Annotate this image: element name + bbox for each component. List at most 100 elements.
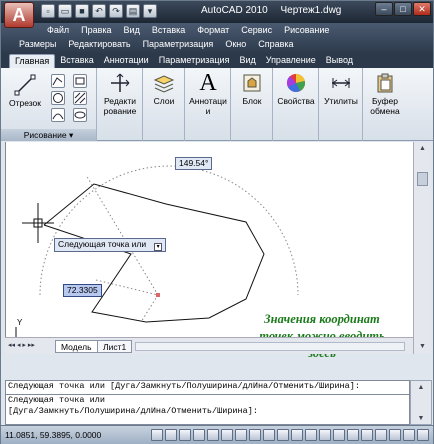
angle-reference-line	[85, 174, 159, 296]
cmd-scroll-up-icon[interactable]: ▲	[416, 383, 426, 392]
open-file-icon[interactable]: ▭	[58, 4, 72, 18]
menu-modify[interactable]: Редактировать	[62, 39, 136, 53]
draw-group-label[interactable]: Рисование ▾	[1, 129, 96, 141]
menu-insert[interactable]: Вставка	[146, 25, 191, 39]
scroll-down-icon[interactable]: ▼	[417, 342, 428, 352]
block-button[interactable]: Блок	[233, 72, 271, 106]
quick-access-toolbar: ▫ ▭ ■ ↶ ↷ ▤ ▾	[41, 4, 157, 20]
menu-row-2: Размеры Редактировать Параметризация Окн…	[13, 39, 300, 53]
tab-annotate[interactable]: Аннотации	[99, 54, 154, 68]
otrack-toggle[interactable]	[221, 429, 233, 441]
tab-manage[interactable]: Управление	[261, 54, 321, 68]
line-icon	[14, 74, 36, 96]
qat-dropdown-icon[interactable]: ▾	[143, 4, 157, 18]
polyline-icon[interactable]	[51, 74, 65, 88]
command-line[interactable]: Следующая точка или [Дуга/Замкнуть/Полуш…	[5, 380, 410, 425]
line-button[interactable]: Отрезок	[5, 74, 45, 108]
annotation-button[interactable]: A Аннотаци и	[187, 70, 229, 116]
zoom-icon[interactable]	[333, 429, 345, 441]
clipboard-icon	[377, 73, 393, 93]
tab-output[interactable]: Вывод	[321, 54, 358, 68]
ortho-toggle[interactable]	[179, 429, 191, 441]
layout-view-toggle[interactable]	[305, 429, 317, 441]
lwt-toggle[interactable]	[263, 429, 275, 441]
model-space-toggle[interactable]	[291, 429, 303, 441]
cursor-coordinates: 11.0851, 59.3895, 0.0000	[5, 430, 102, 440]
tab-model[interactable]: Модель	[55, 340, 98, 353]
save-icon[interactable]: ■	[75, 4, 89, 18]
new-file-icon[interactable]: ▫	[41, 4, 55, 18]
annotation-group: A Аннотаци и	[185, 68, 231, 141]
utilities-button[interactable]: Утилиты	[321, 72, 361, 106]
block-label: Блок	[242, 96, 262, 106]
plot-icon[interactable]: ▤	[126, 4, 140, 18]
properties-button[interactable]: Свойства	[275, 72, 317, 106]
app-name: AutoCAD 2010	[201, 5, 268, 16]
vertical-scrollbar[interactable]: ▲ ▼	[413, 142, 431, 354]
rectangle-icon[interactable]	[73, 74, 87, 88]
tab-home[interactable]: Главная	[9, 54, 56, 68]
steering-wheel-icon[interactable]	[347, 429, 359, 441]
lock-icon[interactable]	[403, 429, 415, 441]
menu-file[interactable]: Файл	[41, 25, 75, 39]
menu-window[interactable]: Окно	[219, 39, 252, 53]
block-icon	[243, 74, 261, 92]
dropdown-arrow-icon[interactable]: ▾	[154, 243, 163, 251]
hatch-icon[interactable]	[73, 91, 87, 105]
length-input-field[interactable]: 72.3305	[63, 284, 102, 297]
menu-view[interactable]: Вид	[118, 25, 146, 39]
maximize-button[interactable]: □	[394, 2, 412, 16]
undo-icon[interactable]: ↶	[92, 4, 106, 18]
dyn-toggle[interactable]	[249, 429, 261, 441]
showmotion-icon[interactable]	[361, 429, 373, 441]
layers-button[interactable]: Слои	[145, 72, 183, 106]
menu-edit[interactable]: Правка	[75, 25, 117, 39]
clipboard-button[interactable]: Буфер обмена	[365, 72, 405, 116]
properties-label: Свойства	[277, 96, 315, 106]
menu-help[interactable]: Справка	[252, 39, 299, 53]
tab-view[interactable]: Вид	[234, 54, 260, 68]
clean-screen-icon[interactable]	[417, 429, 429, 441]
pan-icon[interactable]	[319, 429, 331, 441]
command-prompt-line-1: Следующая точка или	[8, 395, 105, 405]
grid-toggle[interactable]	[165, 429, 177, 441]
tab-insert[interactable]: Вставка	[55, 54, 98, 68]
menu-dimension[interactable]: Размеры	[13, 39, 62, 53]
annotation-label-1: Аннотаци	[189, 96, 227, 106]
ellipse-icon[interactable]	[73, 108, 87, 122]
menu-parametric[interactable]: Параметризация	[137, 39, 220, 53]
tab-parametric[interactable]: Параметризация	[154, 54, 235, 68]
horizontal-scrollbar[interactable]	[135, 342, 405, 351]
menu-format[interactable]: Формат	[191, 25, 235, 39]
tab-nav-icons[interactable]: ◂◂ ◂ ▸ ▸▸	[8, 341, 35, 349]
application-menu-button[interactable]: A	[4, 2, 34, 28]
ducs-toggle[interactable]	[235, 429, 247, 441]
close-button[interactable]: ✕	[413, 2, 431, 16]
workspace-icon[interactable]	[389, 429, 401, 441]
tab-layout1[interactable]: Лист1	[97, 340, 133, 353]
redo-icon[interactable]: ↷	[109, 4, 123, 18]
drawing-canvas[interactable]: 149.54° Следующая точка или ▾ 72.3305 Y	[5, 142, 413, 337]
polar-toggle[interactable]	[193, 429, 205, 441]
scroll-thumb[interactable]	[417, 172, 428, 186]
osnap-toggle[interactable]	[207, 429, 219, 441]
layers-icon	[153, 75, 175, 93]
menu-tools[interactable]: Сервис	[235, 25, 278, 39]
base-point-marker	[156, 293, 160, 297]
modify-button[interactable]: Редакти рование	[99, 72, 141, 116]
scroll-up-icon[interactable]: ▲	[417, 144, 428, 154]
cmd-scroll-down-icon[interactable]: ▼	[416, 414, 426, 423]
snap-toggle[interactable]	[151, 429, 163, 441]
arc-icon[interactable]	[51, 108, 65, 122]
menu-draw[interactable]: Рисование	[278, 25, 335, 39]
qp-toggle[interactable]	[277, 429, 289, 441]
circle-icon[interactable]	[51, 91, 65, 105]
annotation-scale-icon[interactable]	[375, 429, 387, 441]
polar-tracking-arc	[39, 165, 299, 296]
move-icon	[111, 73, 130, 92]
minimize-button[interactable]: –	[375, 2, 393, 16]
clipboard-label-2: обмена	[370, 106, 400, 116]
command-line-scrollbar[interactable]: ▲ ▼	[410, 380, 432, 425]
ucs-icon	[15, 327, 17, 337]
properties-group: Свойства	[273, 68, 319, 141]
